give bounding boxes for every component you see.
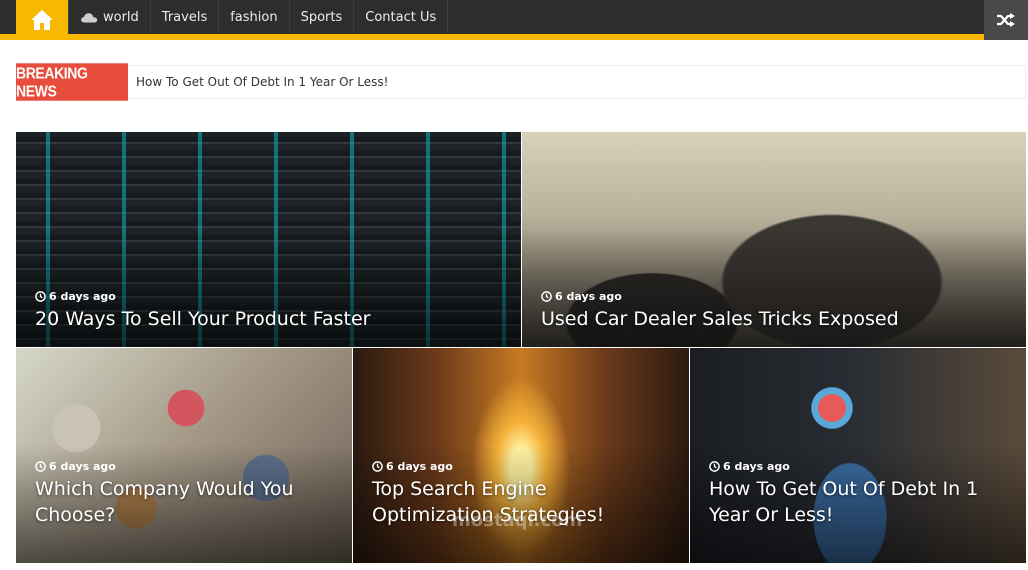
clock-icon — [372, 461, 383, 472]
random-article-button[interactable] — [984, 0, 1028, 40]
nav-item-label: Travels — [161, 9, 208, 25]
post-date: 6 days ago — [35, 290, 116, 303]
post-date: 6 days ago — [372, 460, 453, 473]
nav-item-label: fashion — [230, 9, 278, 25]
nav-item-label: Sports — [300, 9, 343, 25]
nav-item-contact-us[interactable]: Contact Us — [354, 0, 449, 34]
post-title[interactable]: Which Company Would You Choose? — [35, 476, 335, 528]
post-tile[interactable]: 6 days ago Used Car Dealer Sales Tricks … — [522, 132, 1026, 347]
clock-icon — [541, 291, 552, 302]
breaking-news-bar: Breaking News How To Get Out Of Debt In … — [16, 62, 1026, 101]
nav-item-sports[interactable]: Sports — [290, 0, 355, 34]
breaking-news-headline[interactable]: How To Get Out Of Debt In 1 Year Or Less… — [136, 75, 388, 89]
post-title[interactable]: 20 Ways To Sell Your Product Faster — [35, 306, 505, 332]
clock-icon — [35, 461, 46, 472]
post-tile[interactable]: 6 days ago How To Get Out Of Debt In 1 Y… — [690, 348, 1026, 563]
post-date: 6 days ago — [35, 460, 116, 473]
post-title[interactable]: Used Car Dealer Sales Tricks Exposed — [541, 306, 1011, 332]
clock-icon — [35, 291, 46, 302]
breaking-news-label: Breaking News — [16, 62, 128, 101]
post-date: 6 days ago — [541, 290, 622, 303]
home-button[interactable] — [16, 0, 68, 40]
top-navigation: world Travels fashion Sports Contact Us — [0, 0, 1028, 40]
post-title[interactable]: How To Get Out Of Debt In 1 Year Or Less… — [709, 476, 1009, 528]
nav-item-travels[interactable]: Travels — [151, 0, 220, 34]
clock-icon — [709, 461, 720, 472]
nav-item-label: world — [103, 9, 139, 25]
post-tile[interactable]: 6 days ago Which Company Would You Choos… — [16, 348, 352, 563]
cloud-icon — [81, 12, 98, 22]
home-icon — [31, 10, 53, 30]
nav-item-fashion[interactable]: fashion — [219, 0, 290, 34]
nav-item-label: Contact Us — [365, 9, 437, 25]
watermark: mostaql.com — [452, 510, 583, 531]
main-menu: world Travels fashion Sports Contact Us — [68, 0, 449, 34]
shuffle-icon — [997, 13, 1015, 27]
post-tile[interactable]: 6 days ago 20 Ways To Sell Your Product … — [16, 132, 521, 347]
post-date: 6 days ago — [709, 460, 790, 473]
nav-item-world[interactable]: world — [68, 0, 151, 34]
